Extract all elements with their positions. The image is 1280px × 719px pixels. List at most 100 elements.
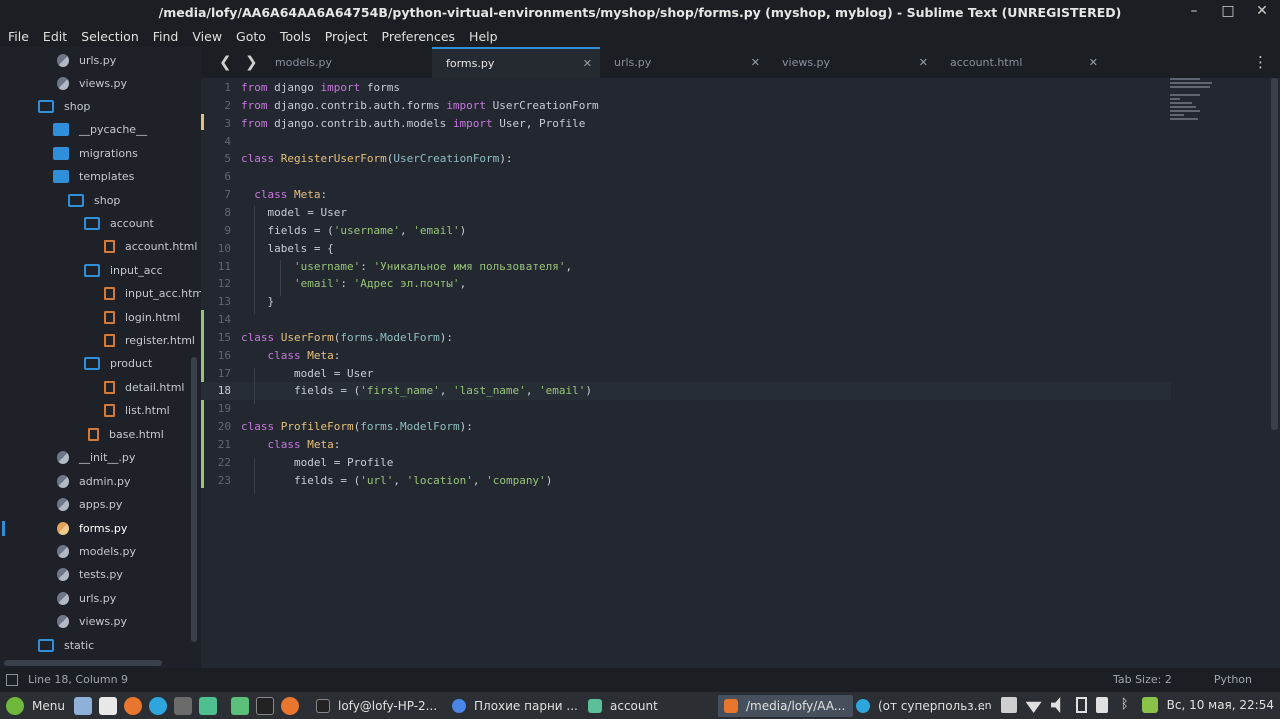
sidebar-item-input-acc[interactable]: input_acc — [84, 259, 163, 281]
code-line[interactable]: 8 model = User — [201, 204, 1171, 222]
sidebar-item-detail-html[interactable]: detail.html — [102, 376, 184, 398]
bluetooth-icon[interactable]: ᛒ — [1117, 697, 1133, 713]
sidebar-item-tests-py[interactable]: tests.py — [55, 563, 123, 585]
code-line[interactable]: 20 class ProfileForm(forms.ModelForm): — [201, 418, 1171, 436]
battery-icon[interactable] — [1075, 697, 1087, 713]
code-line[interactable]: 19 — [201, 400, 1171, 418]
menu-goto[interactable]: Goto — [236, 29, 266, 44]
code-line[interactable]: 11 'username': 'Уникальное имя пользоват… — [201, 258, 1171, 276]
menu-tools[interactable]: Tools — [280, 29, 311, 44]
sidebar-item-urls-py-top[interactable]: urls.py — [55, 49, 116, 71]
wifi-icon[interactable] — [1025, 701, 1042, 713]
clock[interactable]: Вс, 10 мая, 22:54 — [1167, 698, 1274, 712]
sidebar-item-input-acc-html[interactable]: input_acc.htm — [102, 282, 201, 304]
syntax-mode[interactable]: Python — [1214, 673, 1252, 686]
sublime-launcher[interactable] — [174, 695, 192, 717]
sidebar-horizontal-scrollbar[interactable] — [4, 660, 162, 666]
menu-selection[interactable]: Selection — [81, 29, 139, 44]
tab-views-py[interactable]: views.py ✕ — [768, 47, 936, 78]
code-line[interactable]: 15 class UserForm(forms.ModelForm): — [201, 329, 1171, 347]
menu-find[interactable]: Find — [153, 29, 179, 44]
minimap[interactable] — [1170, 78, 1230, 128]
code-line[interactable]: 6 — [201, 168, 1171, 186]
code-editor[interactable]: 1 from django import forms 2 from django.co… — [201, 78, 1280, 668]
sidebar-item-templates[interactable]: templates — [53, 165, 134, 187]
menu-help[interactable]: Help — [469, 29, 498, 44]
update-shield-icon[interactable] — [1141, 697, 1158, 713]
code-line[interactable]: 5 class RegisterUserForm(UserCreationForm… — [201, 150, 1171, 168]
code-line[interactable]: 10 labels = { — [201, 240, 1171, 258]
sidebar-item-register-html[interactable]: register.html — [102, 329, 195, 351]
keyboard-layout[interactable]: en — [978, 699, 992, 712]
editor-vertical-scrollbar[interactable] — [1271, 78, 1278, 430]
panel-toggle-icon[interactable] — [6, 673, 18, 686]
sidebar-item-account-html[interactable]: account.html — [102, 235, 197, 257]
sidebar-item-login-html[interactable]: login.html — [102, 306, 180, 328]
code-line[interactable]: 22 model = Profile — [201, 454, 1171, 472]
code-line[interactable]: 7 class Meta: — [201, 186, 1171, 204]
code-line[interactable]: 1 from django import forms — [201, 79, 1171, 97]
code-line[interactable]: 2 from django.contrib.auth.forms import U… — [201, 97, 1171, 115]
sidebar-item-models-py[interactable]: models.py — [55, 540, 136, 562]
code-line[interactable]: 16 class Meta: — [201, 347, 1171, 365]
sidebar-item-admin-py[interactable]: admin.py — [55, 470, 130, 492]
close-icon[interactable]: ✕ — [751, 56, 760, 69]
close-button[interactable]: ✕ — [1254, 3, 1270, 19]
sidebar-item-product[interactable]: product — [84, 352, 152, 374]
sidebar-item-urls-py[interactable]: urls.py — [55, 587, 116, 609]
tab-size[interactable]: Tab Size: 2 — [1113, 673, 1172, 686]
telegram-launcher[interactable] — [149, 695, 167, 717]
code-line[interactable]: 21 class Meta: — [201, 436, 1171, 454]
volume-icon[interactable] — [1050, 697, 1061, 713]
show-desktop-launcher[interactable] — [74, 695, 92, 717]
terminal-launcher[interactable] — [256, 695, 274, 717]
sidebar-vertical-scrollbar[interactable] — [191, 357, 197, 642]
code-line[interactable]: 17 model = User — [201, 365, 1171, 383]
sidebar-item-init-py[interactable]: __init__.py — [55, 446, 135, 468]
menu-project[interactable]: Project — [325, 29, 368, 44]
taskbar-window-account[interactable]: account — [588, 695, 713, 717]
code-line[interactable]: 9 fields = ('username', 'email') — [201, 222, 1171, 240]
code-line[interactable]: 23 fields = ('url', 'location', 'company… — [201, 472, 1171, 490]
firefox-launcher[interactable] — [124, 695, 142, 717]
taskbar-window-chrome[interactable]: Плохие парни ... — [452, 695, 582, 717]
start-menu-button[interactable]: Menu — [6, 695, 65, 717]
menu-preferences[interactable]: Preferences — [382, 29, 456, 44]
menu-file[interactable]: File — [8, 29, 29, 44]
code-line[interactable]: 12 'email': 'Адрес эл.почты', — [201, 275, 1171, 293]
sidebar-item-views-py[interactable]: views.py — [55, 610, 127, 632]
chevron-left-icon[interactable]: ❮ — [219, 53, 232, 71]
sidebar-item-static[interactable]: static — [38, 634, 94, 656]
close-icon[interactable]: ✕ — [919, 56, 928, 69]
sidebar-item-migrations[interactable]: migrations — [53, 142, 138, 164]
app-launcher-green[interactable] — [199, 695, 217, 717]
folder-launcher[interactable] — [231, 695, 249, 717]
tab-forms-py[interactable]: forms.py ✕ — [432, 47, 600, 78]
taskbar-window-terminal[interactable]: lofy@lofy-HP-2... — [316, 695, 446, 717]
taskbar-window-sublime[interactable]: /media/lofy/AA... — [718, 695, 853, 717]
printer-icon[interactable] — [1000, 697, 1017, 713]
more-vertical-icon[interactable]: ⋮ — [1253, 53, 1268, 71]
sidebar-item-views-py-top[interactable]: views.py — [55, 72, 127, 94]
minimize-button[interactable]: – — [1186, 3, 1202, 19]
code-line[interactable]: 3 from django.contrib.auth.models import … — [201, 115, 1171, 133]
tab-account-html[interactable]: account.html ✕ — [936, 47, 1106, 78]
close-icon[interactable]: ✕ — [583, 57, 592, 70]
files-launcher[interactable] — [99, 695, 117, 717]
firefox-launcher-2[interactable] — [281, 695, 299, 717]
sidebar-item-apps-py[interactable]: apps.py — [55, 493, 122, 515]
clipboard-icon[interactable] — [1095, 697, 1108, 713]
code-line[interactable]: 13 } — [201, 293, 1171, 311]
sidebar-item-account[interactable]: account — [84, 212, 154, 234]
sidebar-item-pycache[interactable]: __pycache__ — [53, 118, 147, 140]
cursor-position[interactable]: Line 18, Column 9 — [28, 673, 128, 686]
code-line[interactable]: 4 — [201, 133, 1171, 151]
taskbar-window-telegram[interactable]: (от суперпольз... — [856, 695, 991, 717]
sidebar-item-templates-shop[interactable]: shop — [68, 189, 120, 211]
maximize-button[interactable]: □ — [1220, 3, 1236, 19]
sidebar-item-forms-py[interactable]: forms.py — [55, 517, 127, 539]
chevron-right-icon[interactable]: ❯ — [245, 53, 258, 71]
close-icon[interactable]: ✕ — [1089, 56, 1098, 69]
menu-view[interactable]: View — [192, 29, 222, 44]
code-line[interactable]: 18 fields = ('first_name', 'last_name', … — [201, 382, 1171, 401]
